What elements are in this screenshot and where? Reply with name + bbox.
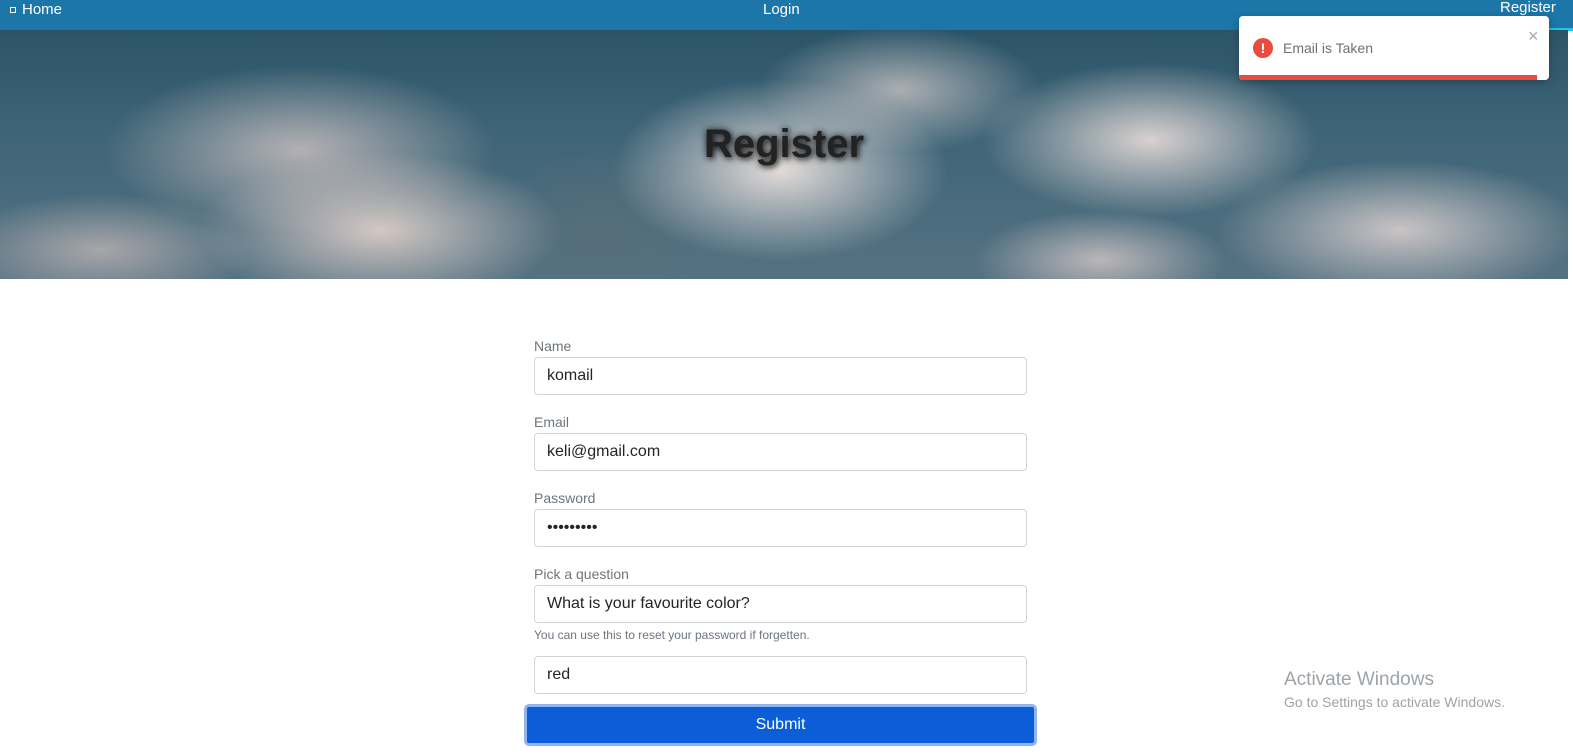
- nav-home-label: Home: [22, 1, 63, 18]
- question-field[interactable]: [534, 585, 1027, 623]
- close-icon[interactable]: ×: [1528, 26, 1539, 47]
- nav-register-link[interactable]: Register: [1500, 0, 1556, 16]
- activate-windows-watermark: Activate Windows Go to Settings to activ…: [1284, 669, 1505, 710]
- question-help-text: You can use this to reset your password …: [534, 628, 810, 642]
- error-circle-icon: !: [1253, 38, 1273, 58]
- broken-image-icon: [10, 7, 16, 13]
- register-form: Name Email Password Pick a question You …: [534, 338, 1027, 713]
- watermark-title: Activate Windows: [1284, 669, 1434, 690]
- password-label: Password: [534, 490, 596, 506]
- name-group: Name: [534, 338, 1027, 395]
- name-field[interactable]: [534, 357, 1027, 395]
- nav-home-link[interactable]: Home: [10, 1, 62, 18]
- page-title: Register: [703, 122, 865, 166]
- watermark-subtitle: Go to Settings to activate Windows.: [1284, 694, 1505, 710]
- nav-login-link[interactable]: Login: [763, 1, 800, 18]
- email-label: Email: [534, 414, 570, 430]
- answer-field[interactable]: [534, 656, 1027, 694]
- question-group: Pick a question You can use this to rese…: [534, 566, 1027, 642]
- toast-progress-bar: [1239, 75, 1537, 80]
- email-group: Email: [534, 414, 1027, 471]
- answer-group: [534, 656, 1027, 694]
- submit-button[interactable]: Submit: [524, 704, 1037, 746]
- name-label: Name: [534, 338, 572, 354]
- password-field[interactable]: [534, 509, 1027, 547]
- toast-message: Email is Taken: [1283, 40, 1374, 56]
- question-label: Pick a question: [534, 566, 629, 582]
- email-field[interactable]: [534, 433, 1027, 471]
- error-toast: ! Email is Taken ×: [1239, 16, 1549, 80]
- password-group: Password: [534, 490, 1027, 547]
